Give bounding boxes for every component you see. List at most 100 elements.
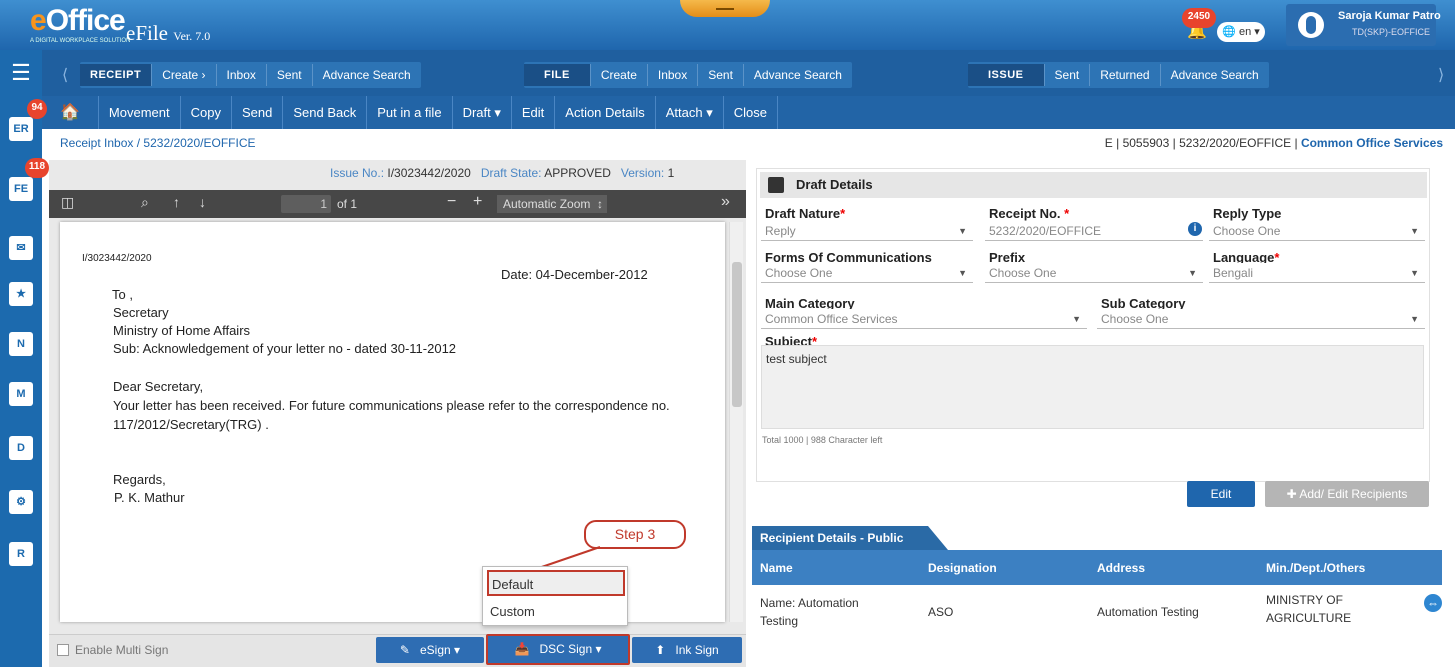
draft-nature-label: Draft Nature*: [765, 206, 846, 221]
collapse-handle[interactable]: [680, 0, 770, 17]
nav-receipt-sent[interactable]: Sent: [267, 64, 313, 86]
sidebar-reports-icon[interactable]: R: [9, 542, 33, 566]
user-menu[interactable]: Saroja Kumar Patro TD(SKP)-EOFFICE: [1286, 4, 1441, 46]
sidebar-dispatch-icon[interactable]: D: [9, 436, 33, 460]
action-details-button[interactable]: Action Details: [555, 96, 656, 129]
sidebar-dak-icon[interactable]: ★: [9, 282, 33, 306]
app-title: eFile Ver. 7.0: [126, 21, 211, 45]
plus-icon: ✚: [1286, 487, 1297, 501]
attach-button[interactable]: Attach ▾: [656, 96, 724, 129]
page-number-input[interactable]: 1: [281, 195, 331, 213]
reply-type-select[interactable]: Choose One ▼: [1209, 221, 1425, 241]
receipt-no-label: Receipt No. *: [989, 206, 1070, 221]
upload-icon: ⬆: [655, 643, 666, 657]
sidebar-movement-icon[interactable]: M: [9, 382, 33, 406]
draft-button[interactable]: Draft ▾: [453, 96, 512, 129]
sidebar-mail-icon[interactable]: ✉: [9, 236, 33, 260]
home-icon[interactable]: 🏠: [42, 96, 99, 129]
dsc-sign-dropdown: Default Custom: [482, 566, 628, 626]
main-category-select[interactable]: Common Office Services ▼: [761, 309, 1087, 329]
recipient-table-header: Name Designation Address Min./Dept./Othe…: [752, 550, 1442, 585]
logo-tagline: A DIGITAL WORKPLACE SOLUTION: [30, 38, 131, 44]
movement-button[interactable]: Movement: [99, 96, 181, 129]
search-icon[interactable]: ⌕: [141, 194, 149, 211]
top-header: eOffice A DIGITAL WORKPLACE SOLUTION eFi…: [0, 0, 1455, 50]
sidebar-toggle-icon[interactable]: ◫: [61, 194, 74, 211]
zoom-select[interactable]: Automatic Zoom ↕: [497, 195, 607, 213]
nav-right-arrow-icon[interactable]: ⟩: [1438, 65, 1444, 85]
breadcrumb: Receipt Inbox / 5232/2020/EOFFICE: [60, 136, 256, 150]
copy-button[interactable]: Copy: [181, 96, 232, 129]
sidebar-settings-icon[interactable]: ⚙: [9, 490, 33, 514]
receipt-no-select[interactable]: 5232/2020/EOFFICE▼: [985, 221, 1203, 241]
action-toolbar: 🏠 Movement Copy Send Send Back Put in a …: [42, 96, 1455, 129]
prefix-select[interactable]: Choose One ▼: [985, 263, 1203, 283]
nav-file[interactable]: FILE: [524, 64, 591, 86]
issue-nav: ISSUE Sent Returned Advance Search: [968, 62, 1269, 88]
nav-receipt-create[interactable]: Create ›: [152, 64, 217, 86]
nav-receipt-advance-search[interactable]: Advance Search: [313, 64, 421, 86]
esign-button[interactable]: ✎ eSign ▾: [376, 637, 484, 663]
put-in-file-button[interactable]: Put in a file: [367, 96, 453, 129]
col-designation: Designation: [928, 561, 997, 575]
draft-nature-select[interactable]: Reply ▼: [761, 221, 973, 241]
close-button[interactable]: Close: [724, 96, 779, 129]
letter-signatory: P. K. Mathur: [114, 490, 185, 505]
ink-sign-button[interactable]: ⬆ Ink Sign: [632, 637, 742, 663]
sidebar-receipt-icon[interactable]: ER: [9, 117, 33, 141]
sidebar-notes-icon[interactable]: N: [9, 332, 33, 356]
pdf-page: I/3023442/2020 Date: 04-December-2012 To…: [60, 222, 725, 622]
tools-icon[interactable]: »: [721, 193, 730, 211]
sidebar-file-icon[interactable]: FE: [9, 177, 33, 201]
user-name: Saroja Kumar Patro: [1338, 10, 1441, 22]
eoffice-logo: eOffice: [30, 4, 126, 37]
zoom-out-icon[interactable]: −: [447, 193, 456, 211]
edit-recipients-button[interactable]: Edit: [1187, 481, 1255, 507]
letter-date: Date: 04-December-2012: [501, 267, 648, 282]
receipt-nav: RECEIPT Create › Inbox Sent Advance Sear…: [80, 62, 421, 88]
expand-icon[interactable]: ⇔: [1424, 594, 1442, 612]
hamburger-icon[interactable]: ☰: [0, 50, 42, 96]
page-count: of 1: [337, 197, 358, 211]
nav-left-arrow-icon[interactable]: ⟨: [62, 65, 68, 85]
forms-select[interactable]: Choose One ▼: [761, 263, 973, 283]
nav-file-advance-search[interactable]: Advance Search: [744, 64, 852, 86]
pdf-scrollbar[interactable]: [729, 222, 743, 622]
language-select[interactable]: Bengali ▼: [1209, 263, 1425, 283]
letter-ref: I/3023442/2020: [82, 253, 152, 264]
dropdown-custom[interactable]: Custom: [487, 599, 625, 625]
subject-textarea[interactable]: test subject: [761, 345, 1424, 429]
col-min-dept: Min./Dept./Others: [1266, 561, 1366, 575]
dropdown-default[interactable]: Default: [487, 570, 625, 596]
letter-body: Your letter has been received. For futur…: [113, 398, 670, 413]
zoom-in-icon[interactable]: +: [473, 193, 482, 211]
nav-issue-returned[interactable]: Returned: [1090, 64, 1161, 86]
dsc-sign-button[interactable]: 📥 DSC Sign ▾: [486, 634, 630, 665]
char-counter: Total 1000 | 988 Character left: [762, 435, 883, 445]
nav-receipt[interactable]: RECEIPT: [80, 64, 153, 86]
table-row[interactable]: Name: Automation Testing ASO Automation …: [752, 585, 1442, 637]
add-edit-recipients-button[interactable]: ✚ Add/ Edit Recipients: [1265, 481, 1429, 507]
nav-file-sent[interactable]: Sent: [698, 64, 744, 86]
sub-category-select[interactable]: Choose One ▼: [1097, 309, 1425, 329]
nav-receipt-inbox[interactable]: Inbox: [217, 64, 267, 86]
send-button[interactable]: Send: [232, 96, 284, 129]
nav-issue-advance-search[interactable]: Advance Search: [1161, 64, 1269, 86]
nav-file-create[interactable]: Create: [591, 64, 648, 86]
er-count-badge: 94: [27, 99, 47, 119]
draft-details-header: Draft Details: [760, 172, 1427, 198]
pen-icon: ✎: [399, 643, 410, 657]
info-icon[interactable]: i: [1188, 222, 1202, 236]
nav-file-inbox[interactable]: Inbox: [648, 64, 699, 86]
file-nav: FILE Create Inbox Sent Advance Search: [524, 62, 852, 88]
nav-issue[interactable]: ISSUE: [968, 64, 1045, 86]
recipient-details-tab[interactable]: Recipient Details - Public: [752, 526, 948, 550]
nav-issue-sent[interactable]: Sent: [1045, 64, 1091, 86]
language-selector[interactable]: 🌐 en ▾: [1217, 22, 1265, 42]
prev-page-icon[interactable]: ↑: [173, 194, 180, 210]
next-page-icon[interactable]: ↓: [199, 194, 206, 210]
send-back-button[interactable]: Send Back: [283, 96, 368, 129]
multi-sign-checkbox[interactable]: [57, 644, 69, 656]
breadcrumb-root[interactable]: Receipt Inbox: [60, 136, 133, 150]
edit-button[interactable]: Edit: [512, 96, 556, 129]
